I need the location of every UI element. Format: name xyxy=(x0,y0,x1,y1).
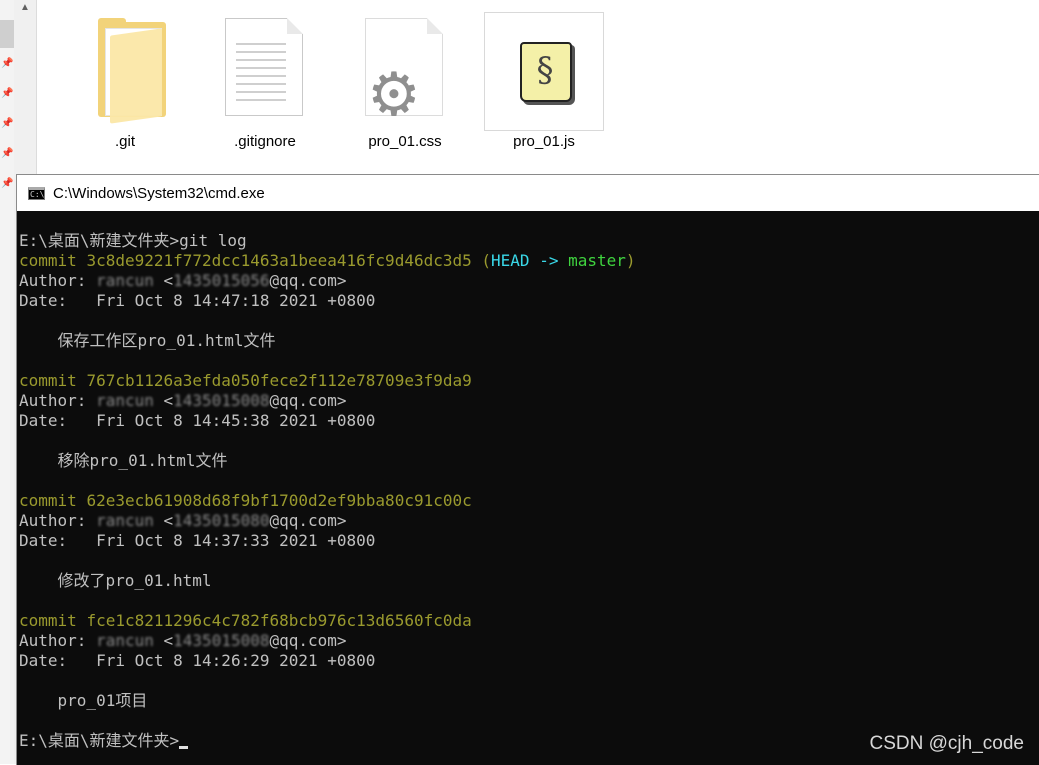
commit-message: 保存工作区pro_01.html文件 xyxy=(57,331,276,350)
command-line: E:\桌面\新建文件夹>git log xyxy=(19,231,247,250)
author-line: Author: rancun <1435015056@qq.com> xyxy=(19,271,347,290)
date-line: Date: Fri Oct 8 14:47:18 2021 +0800 xyxy=(19,291,376,310)
date-line: Date: Fri Oct 8 14:26:29 2021 +0800 xyxy=(19,651,376,670)
date-line: Date: Fri Oct 8 14:37:33 2021 +0800 xyxy=(19,531,376,550)
cmd-window[interactable]: C:\ C:\Windows\System32\cmd.exe E:\桌面\新建… xyxy=(16,174,1039,765)
commit-line: commit fce1c8211296c4c782f68bcb976c13d65… xyxy=(19,611,472,630)
pin-icon: 📌 xyxy=(1,178,14,189)
window-title: C:\Windows\System32\cmd.exe xyxy=(53,184,265,202)
file-item-gitignore[interactable]: .gitignore xyxy=(205,12,325,152)
pin-icon: 📌 xyxy=(1,88,14,99)
file-item-pro01-js[interactable]: § pro_01.js xyxy=(484,12,604,152)
commit-message: 修改了pro_01.html xyxy=(57,571,212,590)
pin-icon: 📌 xyxy=(1,118,14,129)
author-line: Author: rancun <1435015080@qq.com> xyxy=(19,511,347,530)
pin-icon: 📌 xyxy=(1,58,14,69)
gear-icon: ⚙ xyxy=(367,61,421,128)
commit-line: commit 62e3ecb61908d68f9bf1700d2ef9bba80… xyxy=(19,491,472,510)
date-line: Date: Fri Oct 8 14:45:38 2021 +0800 xyxy=(19,411,376,430)
commit-line: commit 3c8de9221f772dcc1463a1beea416fc9d… xyxy=(19,251,636,270)
cmd-app-icon[interactable]: C:\ xyxy=(28,186,45,200)
author-line: Author: rancun <1435015008@qq.com> xyxy=(19,391,347,410)
navigation-selected-item[interactable] xyxy=(0,20,14,48)
commit-line: commit 767cb1126a3efda050fece2f112e78709… xyxy=(19,371,472,390)
author-line: Author: rancun <1435015008@qq.com> xyxy=(19,631,347,650)
script-icon: § xyxy=(520,42,572,102)
title-bar[interactable]: C:\ C:\Windows\System32\cmd.exe xyxy=(17,175,1039,211)
navigation-pane xyxy=(0,0,15,764)
file-name: .gitignore xyxy=(234,133,296,150)
file-item-pro01-css[interactable]: ⚙ pro_01.css xyxy=(345,12,465,152)
console-output[interactable]: E:\桌面\新建文件夹>git log commit 3c8de9221f772… xyxy=(17,211,1039,765)
pin-icon: 📌 xyxy=(1,148,14,159)
commit-message: 移除pro_01.html文件 xyxy=(57,451,228,470)
watermark: CSDN @cjh_code xyxy=(869,733,1024,754)
scroll-up-icon[interactable]: ▲ xyxy=(14,2,36,13)
text-cursor xyxy=(179,746,189,749)
file-name: pro_01.css xyxy=(368,133,442,150)
file-name: pro_01.js xyxy=(513,133,575,150)
file-name: .git xyxy=(114,133,135,150)
file-explorer: ▲ 📌 📌 📌 📌 📌 .git .gitignore ⚙ pro_01.css… xyxy=(0,0,1039,764)
file-item-git[interactable]: .git xyxy=(65,12,185,152)
commit-message: pro_01项目 xyxy=(57,691,148,710)
document-icon xyxy=(225,18,303,116)
